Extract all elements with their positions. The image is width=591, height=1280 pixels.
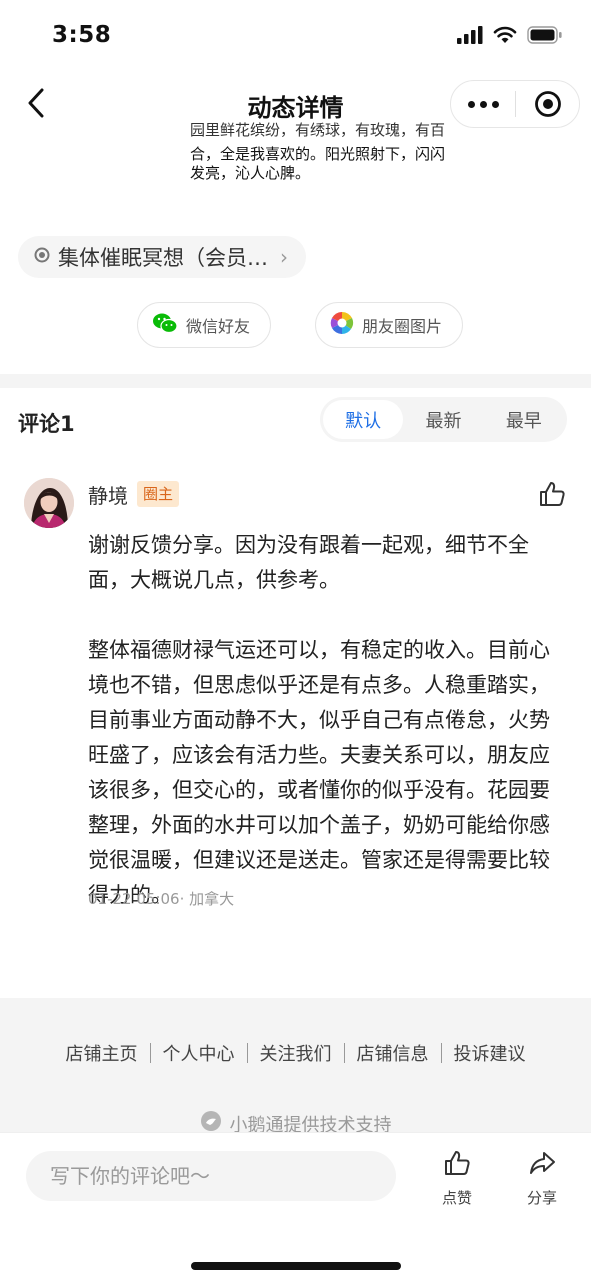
post-text-line: 合，全是我喜欢的。阳光照射下，闪闪 — [190, 145, 446, 163]
share-moments-button[interactable]: 朋友圈图片 — [315, 302, 464, 348]
wifi-icon — [493, 26, 517, 48]
share-button[interactable]: 分享 — [510, 1149, 574, 1221]
thumbs-up-icon[interactable] — [538, 480, 566, 508]
moments-icon — [330, 311, 354, 339]
status-icons — [457, 26, 563, 48]
bottom-bar: 点赞 分享 — [0, 1132, 591, 1280]
comments-header: 评论1 默认 最新 最早 — [0, 388, 591, 454]
comment-body: 谢谢反馈分享。因为没有跟着一起观，细节不全面，大概说几点，供参考。 整体福德财禄… — [88, 528, 558, 913]
chevron-right-icon: › — [280, 245, 288, 269]
share-wechat-label: 微信好友 — [186, 317, 251, 336]
share-row: 微信好友 朋友圈图片 — [0, 302, 591, 350]
footer-links: 店铺主页 个人中心 关注我们 店铺信息 投诉建议 — [0, 1040, 591, 1066]
sort-newest-tab[interactable]: 最新 — [403, 400, 483, 439]
share-arrow-icon — [528, 1149, 556, 1181]
home-indicator — [191, 1262, 401, 1270]
topic-icon — [34, 247, 50, 267]
signal-icon — [457, 26, 483, 48]
topic-chip[interactable]: 集体催眠冥想（会员… › — [18, 236, 306, 278]
share-moments-label: 朋友圈图片 — [362, 317, 443, 336]
footer-link-personal-center[interactable]: 个人中心 — [151, 1040, 247, 1066]
comment-input[interactable] — [26, 1151, 396, 1201]
post-text: 园里鲜花缤纷，有绣球，有玫瑰，有百 合，全是我喜欢的。阳光照射下，闪闪 发亮，沁… — [190, 121, 470, 185]
sort-oldest-tab[interactable]: 最早 — [484, 400, 564, 439]
like-label: 点赞 — [441, 1189, 472, 1207]
like-button[interactable]: 点赞 — [425, 1149, 489, 1221]
footer-link-shop-info[interactable]: 店铺信息 — [345, 1040, 441, 1066]
share-label: 分享 — [526, 1189, 557, 1207]
share-wechat-button[interactable]: 微信好友 — [137, 302, 272, 348]
circle-target-icon[interactable] — [516, 81, 579, 127]
section-divider — [0, 374, 591, 388]
avatar[interactable] — [24, 478, 74, 528]
comments-title: 评论1 — [18, 412, 75, 436]
thumbs-up-icon — [443, 1149, 471, 1181]
wechat-icon — [152, 312, 178, 338]
post-text-line: 园里鲜花缤纷，有绣球，有玫瑰，有百 — [190, 121, 446, 139]
topic-label: 集体催眠冥想（会员… — [58, 246, 268, 270]
sort-default-tab[interactable]: 默认 — [323, 400, 404, 439]
footer-link-follow-us[interactable]: 关注我们 — [248, 1040, 344, 1066]
status-time: 3:58 — [52, 22, 112, 48]
comment-meta: 01-22 05:06· 加拿大 — [88, 890, 235, 908]
post-text-line: 发亮，沁人心脾。 — [190, 164, 311, 182]
owner-badge: 圈主 — [137, 481, 180, 507]
comment-paragraph: 谢谢反馈分享。因为没有跟着一起观，细节不全面，大概说几点，供参考。 — [88, 533, 529, 592]
footer-link-complaint[interactable]: 投诉建议 — [442, 1040, 538, 1066]
sort-segmented-control: 默认 最新 最早 — [320, 397, 567, 442]
footer-link-shop-home[interactable]: 店铺主页 — [54, 1040, 150, 1066]
battery-icon — [527, 26, 563, 48]
status-bar: 3:58 — [0, 0, 591, 74]
footer: 店铺主页 个人中心 关注我们 店铺信息 投诉建议 小鹅通提供技术支持 — [0, 998, 591, 1136]
comment-author[interactable]: 静境 — [88, 480, 128, 509]
comment-paragraph: 整体福德财禄气运还可以，有稳定的收入。目前心境也不错，但思虑似乎还是有点多。人稳… — [88, 638, 550, 907]
